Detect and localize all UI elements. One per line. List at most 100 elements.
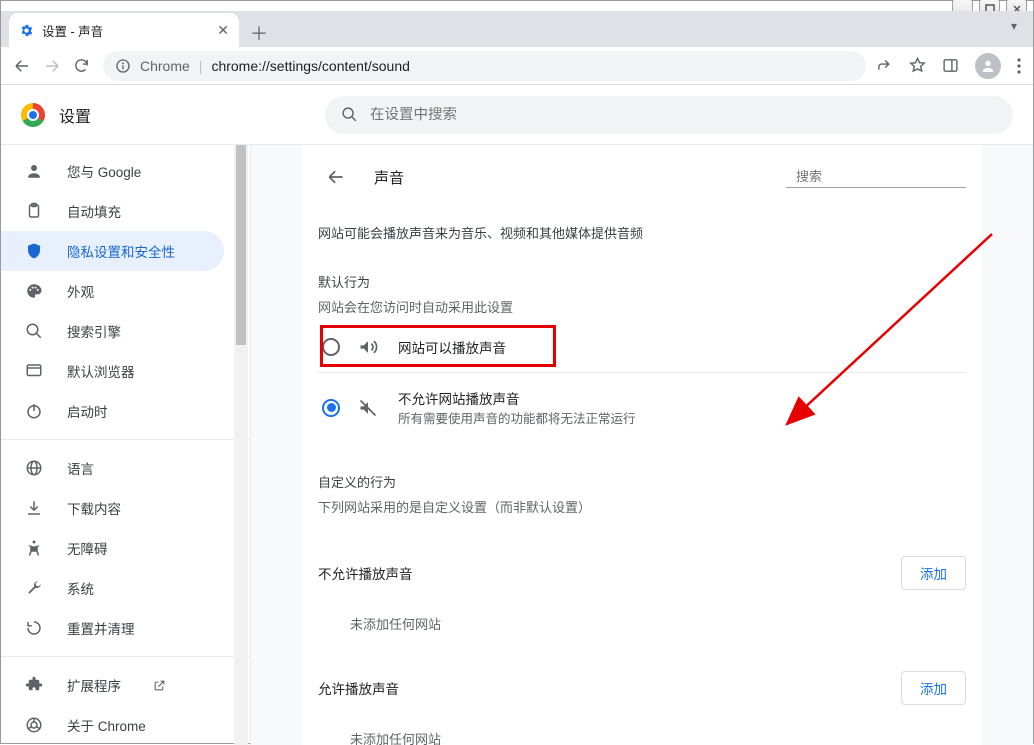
custom-behavior-title: 自定义的行为: [318, 442, 966, 491]
chrome-logo-icon: [21, 103, 45, 127]
sidebar-item-downloads[interactable]: 下载内容: [1, 488, 224, 528]
wrench-icon: [25, 579, 45, 597]
tab-strip: 设置 - 声音 ✕ ＋ ▾: [1, 11, 1033, 47]
nav-forward-button[interactable]: [43, 57, 63, 75]
add-allowed-site-button[interactable]: 添加: [901, 671, 966, 705]
content-column: 声音 网站可能会播放声音来为音乐、视频和其他媒体提供音频 默认行为 网站会在您访…: [251, 145, 1033, 745]
allowed-section-title: 允许播放声音: [318, 678, 399, 698]
site-info-icon[interactable]: [115, 58, 131, 74]
radio-label: 不允许网站播放声音: [398, 388, 636, 408]
sidebar-item-label: 无障碍: [67, 538, 108, 558]
kebab-menu-icon: [1017, 58, 1021, 74]
sidebar-item-search-engine[interactable]: 搜索引擎: [1, 311, 224, 351]
download-icon: [25, 499, 45, 517]
allowed-sites-section: 允许播放声音 添加 未添加任何网站: [318, 637, 966, 745]
radio-sublabel: 所有需要使用声音的功能都将无法正常运行: [398, 408, 636, 427]
blocked-sites-section: 不允许播放声音 添加 未添加任何网站: [318, 522, 966, 637]
globe-icon: [25, 459, 45, 477]
star-icon: [909, 57, 926, 74]
search-icon: [25, 322, 45, 340]
sidebar-item-privacy[interactable]: 隐私设置和安全性: [1, 231, 224, 271]
sidebar-item-label: 自动填充: [67, 201, 121, 221]
radio-label: 网站可以播放声音: [398, 337, 506, 357]
sidebar-item-label: 隐私设置和安全性: [67, 241, 175, 261]
sidebar-scrollbar-thumb[interactable]: [236, 145, 246, 345]
radio-option-block-sound[interactable]: 不允许网站播放声音 所有需要使用声音的功能都将无法正常运行: [318, 373, 966, 442]
accessibility-icon: [25, 539, 45, 557]
allowed-empty-label: 未添加任何网站: [318, 711, 966, 745]
arrow-left-icon: [326, 167, 346, 187]
content-search-input[interactable]: [796, 169, 972, 184]
add-blocked-site-button[interactable]: 添加: [901, 556, 966, 590]
address-origin: Chrome: [140, 58, 190, 74]
radio-option-allow-sound[interactable]: 网站可以播放声音: [318, 322, 966, 373]
volume-icon: [358, 337, 380, 357]
sidebar-item-about-chrome[interactable]: 关于 Chrome: [1, 705, 224, 745]
settings-header: 设置: [1, 85, 1033, 145]
tab-list-dropdown[interactable]: ▾: [1011, 19, 1017, 33]
nav-reload-button[interactable]: [73, 57, 93, 74]
person-icon: [25, 162, 45, 180]
blocked-empty-label: 未添加任何网站: [318, 596, 966, 637]
nav-back-button[interactable]: [13, 57, 33, 75]
sidebar-item-appearance[interactable]: 外观: [1, 271, 224, 311]
settings-sidebar: 您与 Google 自动填充 隐私设置和安全性 外观 搜索引擎 默认浏览器: [1, 145, 251, 745]
search-icon: [341, 106, 358, 123]
address-url: chrome://settings/content/sound: [211, 58, 409, 74]
bookmark-button[interactable]: [909, 57, 926, 74]
sidebar-item-label: 您与 Google: [67, 161, 141, 181]
share-icon: [876, 57, 893, 74]
shield-icon: [25, 242, 45, 260]
sidebar-item-autofill[interactable]: 自动填充: [1, 191, 224, 231]
sidebar-item-label: 默认浏览器: [67, 361, 135, 381]
sidebar-scrollbar[interactable]: [234, 145, 248, 745]
power-icon: [25, 402, 45, 420]
plus-icon: ＋: [250, 20, 268, 46]
clipboard-icon: [25, 202, 45, 220]
sidebar-item-label: 关于 Chrome: [67, 715, 146, 735]
side-panel-button[interactable]: [942, 57, 959, 74]
sidebar-item-label: 系统: [67, 578, 94, 598]
arrow-left-icon: [13, 57, 31, 75]
sidebar-item-label: 扩展程序: [67, 675, 121, 695]
profile-avatar[interactable]: [975, 53, 1001, 79]
sound-description: 网站可能会播放声音来为音乐、视频和其他媒体提供音频: [318, 209, 966, 250]
radio-button-checked[interactable]: [322, 399, 340, 417]
sidebar-item-label: 下载内容: [67, 498, 121, 518]
palette-icon: [25, 282, 45, 300]
sidebar-separator: [1, 656, 250, 657]
content-back-button[interactable]: [318, 159, 354, 195]
sidebar-item-accessibility[interactable]: 无障碍: [1, 528, 224, 568]
browser-tab-settings[interactable]: 设置 - 声音 ✕: [9, 13, 239, 47]
sidebar-item-default-browser[interactable]: 默认浏览器: [1, 351, 224, 391]
settings-body: 您与 Google 自动填充 隐私设置和安全性 外观 搜索引擎 默认浏览器: [1, 145, 1033, 745]
sidebar-item-label: 语言: [67, 458, 94, 478]
sidebar-item-on-startup[interactable]: 启动时: [1, 391, 224, 431]
sidebar-item-languages[interactable]: 语言: [1, 448, 224, 488]
address-bar[interactable]: Chrome | chrome://settings/content/sound: [103, 51, 866, 81]
settings-search-box[interactable]: [325, 96, 1013, 134]
radio-button-unchecked[interactable]: [322, 338, 340, 356]
new-tab-button[interactable]: ＋: [245, 19, 273, 47]
sidebar-item-label: 启动时: [67, 401, 108, 421]
blocked-section-title: 不允许播放声音: [318, 563, 413, 583]
browser-menu-button[interactable]: [1017, 58, 1021, 74]
settings-search-input[interactable]: [370, 107, 997, 123]
sidebar-item-system[interactable]: 系统: [1, 568, 224, 608]
custom-behavior-subtitle: 下列网站采用的是自定义设置（而非默认设置）: [318, 491, 966, 522]
share-button[interactable]: [876, 57, 893, 74]
extension-icon: [25, 676, 45, 694]
panel-icon: [942, 57, 959, 74]
content-title: 声音: [374, 167, 404, 188]
content-search-box[interactable]: [786, 166, 966, 188]
browser-icon: [25, 362, 45, 380]
tab-close-button[interactable]: ✕: [217, 22, 229, 39]
volume-off-icon: [358, 398, 380, 418]
sidebar-item-extensions[interactable]: 扩展程序: [1, 665, 224, 705]
default-behavior-title: 默认行为: [318, 250, 966, 291]
default-behavior-subtitle: 网站会在您访问时自动采用此设置: [318, 291, 966, 322]
sidebar-item-reset[interactable]: 重置并清理: [1, 608, 224, 648]
gear-icon: [19, 23, 34, 38]
chrome-icon: [25, 716, 45, 734]
sidebar-item-you-and-google[interactable]: 您与 Google: [1, 151, 224, 191]
